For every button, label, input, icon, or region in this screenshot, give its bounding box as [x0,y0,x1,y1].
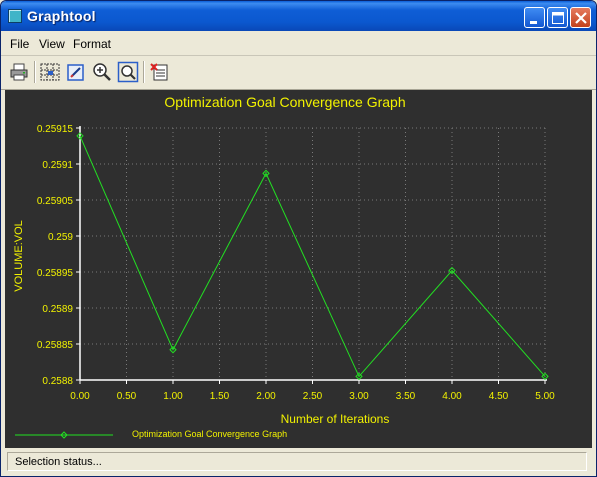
y-tick-label: 0.2589 [42,304,73,315]
menu-file[interactable]: File [10,37,29,51]
x-tick-label: 3.00 [349,391,369,402]
edit-button[interactable] [65,61,87,83]
convergence-chart[interactable]: Optimization Goal Convergence Graph VOLU… [5,90,592,448]
minimize-icon [530,21,537,24]
window-title: Graphtool [27,8,96,24]
x-tick-label: 1.00 [163,391,183,402]
x-axis-label: Number of Iterations [281,412,390,426]
x-tick-label: 2.50 [303,391,323,402]
grid-button[interactable] [39,61,61,83]
x-tick-label: 5.00 [535,391,555,402]
zoom-fit-icon [117,61,139,83]
toolbar-separator [34,61,36,83]
title-bar[interactable]: Graphtool [1,1,596,31]
menu-view[interactable]: View [39,37,65,51]
x-tick-label: 0.00 [70,391,90,402]
minimize-button[interactable] [524,7,545,28]
status-bar: Selection status... [5,451,592,473]
y-tick-label: 0.259 [48,232,73,243]
app-icon [8,9,22,23]
maximize-button[interactable] [547,7,568,28]
x-tick-label: 4.00 [442,391,462,402]
zoom-fit-button[interactable] [117,61,139,83]
legend-label: Optimization Goal Convergence Graph [132,429,287,439]
x-tick-label: 0.50 [117,391,137,402]
close-button[interactable] [570,7,591,28]
toolbar [1,57,596,90]
x-tick-label: 4.50 [489,391,509,402]
y-axis-label: VOLUME:VOL [13,220,25,292]
status-panel: Selection status... [7,452,587,471]
x-tick-label: 3.50 [396,391,416,402]
close-icon [575,12,587,24]
y-tick-label: 0.25905 [37,196,74,207]
y-tick-label: 0.25885 [37,340,74,351]
y-tick-label: 0.25895 [37,268,74,279]
y-tick-label: 0.2588 [42,376,73,387]
graphtool-window: Graphtool File View Format Optimization … [0,0,597,477]
zoom-in-icon [93,63,111,81]
export-icon [150,63,168,81]
y-tick-label: 0.2591 [42,160,73,171]
print-button[interactable] [8,61,30,83]
y-tick-label: 0.25915 [37,124,74,135]
export-button[interactable] [149,61,171,83]
zoom-in-button[interactable] [91,61,113,83]
toolbar-separator [143,61,145,83]
menu-format[interactable]: Format [73,37,111,51]
x-tick-label: 2.00 [256,391,276,402]
edit-icon [67,64,84,81]
selection-status: Selection status... [15,456,102,468]
menu-bar: File View Format [1,31,596,56]
grid-icon [40,63,60,81]
chart-title: Optimization Goal Convergence Graph [164,94,405,110]
x-tick-label: 1.50 [210,391,230,402]
maximize-icon [552,12,564,24]
chart-area[interactable]: Optimization Goal Convergence Graph VOLU… [5,90,592,448]
print-icon [10,63,28,81]
